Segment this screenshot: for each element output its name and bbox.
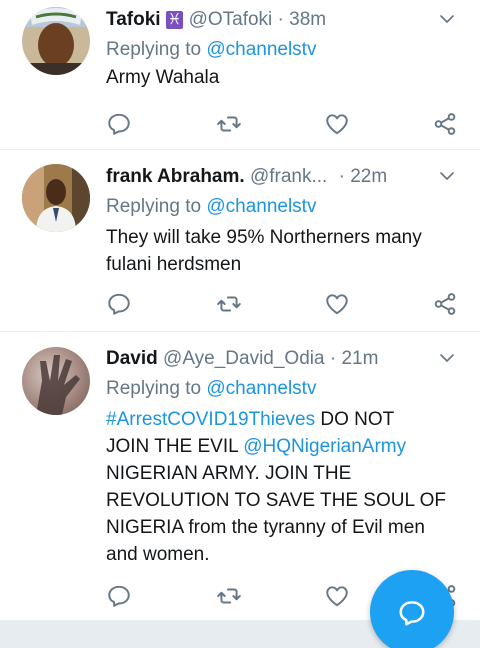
display-name[interactable]: Tafoki: [106, 9, 161, 30]
avatar-david[interactable]: [22, 347, 90, 415]
tweet-header: David @Aye_David_Odia · 21m: [106, 347, 460, 371]
avatar-tafoki[interactable]: [22, 7, 90, 75]
retweet-icon: [217, 296, 241, 312]
user-handle[interactable]: @OTafoki: [189, 9, 273, 30]
like-icon: [326, 294, 348, 315]
tweet-text: Army Wahala: [106, 67, 220, 88]
replying-to: Replying to @channelstv: [106, 378, 317, 399]
share-icon: [434, 113, 456, 135]
retweet-button[interactable]: [216, 291, 242, 317]
tweet-1[interactable]: Tafoki ♓ @OTafoki · 38m Replying to @cha…: [0, 0, 480, 150]
zodiac-emoji: ♓: [165, 11, 184, 29]
like-button[interactable]: [324, 583, 350, 609]
display-name[interactable]: David: [106, 348, 158, 369]
tweet-header: frank Abraham. @frank... · 22m: [106, 165, 460, 189]
like-icon: [326, 114, 348, 135]
avatar-frank-abraham[interactable]: [22, 164, 90, 232]
separator-dot: ·: [338, 166, 345, 187]
tweet-2[interactable]: frank Abraham. @frank... · 22m Replying …: [0, 150, 480, 332]
mention-link[interactable]: @HQNigerianArmy: [243, 436, 406, 457]
chevron-down-icon[interactable]: [438, 349, 456, 367]
compose-icon: [399, 601, 425, 626]
user-handle[interactable]: @Aye_David_Odia: [163, 348, 325, 369]
separator-dot: ·: [277, 9, 284, 30]
share-button[interactable]: [432, 111, 458, 137]
retweet-icon: [217, 588, 241, 604]
retweet-icon: [217, 116, 241, 132]
reply-handle-link[interactable]: @channelstv: [206, 196, 316, 217]
replying-to: Replying to @channelstv: [106, 39, 317, 60]
reply-button[interactable]: [106, 111, 132, 137]
hashtag-link[interactable]: #ArrestCOVID19Thieves: [106, 409, 315, 430]
reply-icon: [108, 585, 130, 607]
retweet-button[interactable]: [216, 583, 242, 609]
timestamp[interactable]: 22m: [350, 166, 387, 187]
user-handle[interactable]: @frank...: [250, 166, 327, 187]
reply-button[interactable]: [106, 583, 132, 609]
tweet-text: #ArrestCOVID19Thieves DO NOT JOIN THE EV…: [106, 409, 446, 565]
chevron-down-icon[interactable]: [438, 10, 456, 28]
separator-dot: ·: [329, 348, 337, 369]
retweet-button[interactable]: [216, 111, 242, 137]
display-name[interactable]: frank Abraham.: [106, 166, 245, 187]
tweet-actions: [106, 291, 458, 317]
reply-handle-link[interactable]: @channelstv: [206, 378, 316, 399]
like-button[interactable]: [324, 111, 350, 137]
tweet-actions: [106, 111, 458, 137]
like-icon: [326, 586, 348, 607]
tweet-header: Tafoki ♓ @OTafoki · 38m: [106, 8, 460, 32]
chevron-down-icon[interactable]: [438, 167, 456, 185]
share-icon: [434, 293, 456, 315]
replying-to: Replying to @channelstv: [106, 196, 317, 217]
compose-reply-button[interactable]: [370, 570, 454, 648]
reply-icon: [108, 293, 130, 315]
like-button[interactable]: [324, 291, 350, 317]
tweet-text: They will take 95% Northerners many fula…: [106, 227, 422, 275]
reply-handle-link[interactable]: @channelstv: [206, 39, 316, 60]
reply-icon: [108, 113, 130, 135]
share-button[interactable]: [432, 291, 458, 317]
reply-button[interactable]: [106, 291, 132, 317]
timestamp[interactable]: 38m: [289, 9, 326, 30]
timestamp[interactable]: 21m: [341, 348, 378, 369]
